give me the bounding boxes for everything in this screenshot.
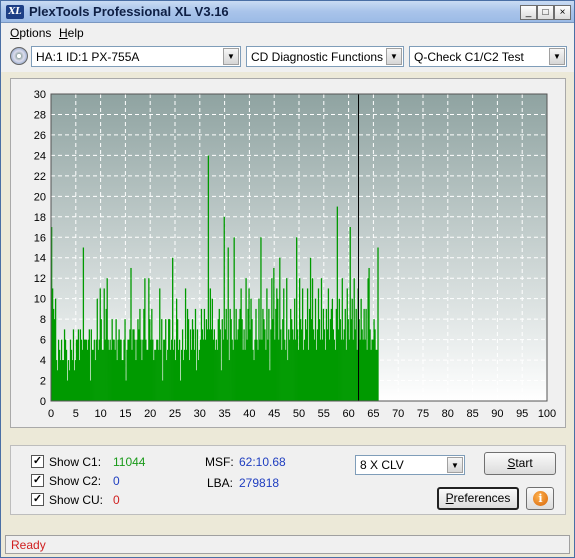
speed-select[interactable]: 8 X CLV ▼ (355, 455, 465, 475)
y-tick-label: 28 (34, 109, 46, 121)
minimize-button[interactable]: _ (520, 5, 537, 20)
menu-help[interactable]: Help (59, 26, 84, 40)
control-panel: ✓ Show C1: 11044 ✓ Show C2: 0 ✓ Show CU:… (10, 445, 566, 515)
show-cu-checkbox[interactable]: ✓ (31, 493, 44, 506)
x-tick-label: 45 (268, 408, 280, 420)
y-tick-label: 12 (34, 273, 46, 285)
test-select[interactable]: Q-Check C1/C2 Test ▼ (409, 46, 567, 67)
menu-options-label: ptions (19, 26, 52, 40)
status-bar: Ready (5, 535, 570, 554)
start-button[interactable]: Start (484, 452, 556, 475)
x-tick-label: 20 (144, 408, 156, 420)
menu-help-label: elp (67, 26, 84, 40)
msf-value: 62:10.68 (239, 455, 286, 469)
chevron-down-icon[interactable]: ▼ (386, 48, 402, 65)
drive-select-value: HA:1 ID:1 PX-755A (36, 50, 140, 64)
y-tick-label: 22 (34, 171, 46, 183)
maximize-button[interactable]: □ (537, 5, 554, 20)
x-tick-label: 25 (169, 408, 181, 420)
preferences-mnemonic: P (445, 491, 454, 505)
info-button[interactable]: i (526, 487, 554, 510)
function-select[interactable]: CD Diagnostic Functions ▼ (246, 46, 404, 67)
y-tick-label: 30 (34, 89, 46, 101)
y-tick-label: 4 (40, 355, 46, 367)
preferences-label: references (453, 491, 511, 505)
cu-count: 0 (113, 493, 120, 507)
x-tick-label: 50 (293, 408, 305, 420)
x-tick-label: 70 (392, 408, 404, 420)
menu-bar: Options Help (1, 23, 574, 42)
x-tick-label: 55 (318, 408, 330, 420)
window-title: PlexTools Professional XL V3.16 (29, 4, 229, 19)
x-tick-label: 60 (342, 408, 354, 420)
x-tick-label: 80 (442, 408, 454, 420)
y-tick-label: 16 (34, 232, 46, 244)
msf-label: MSF: (205, 455, 234, 469)
show-cu-label: Show CU: (49, 493, 104, 507)
menu-options[interactable]: Options (10, 26, 51, 40)
y-tick-label: 8 (40, 314, 46, 326)
test-select-value: Q-Check C1/C2 Test (414, 50, 524, 64)
close-button[interactable]: × (554, 5, 571, 20)
preferences-button[interactable]: Preferences (437, 487, 519, 510)
drive-select[interactable]: HA:1 ID:1 PX-755A ▼ (31, 46, 241, 67)
x-tick-label: 5 (73, 408, 79, 420)
chevron-down-icon[interactable]: ▼ (447, 457, 463, 473)
x-tick-label: 40 (243, 408, 255, 420)
chart-panel: 0 2 4 6 8 10 12 14 16 18 20 22 24 26 28 30 0 5 10 15 20 25 30 3… (10, 78, 566, 428)
y-tick-label: 0 (40, 396, 46, 408)
status-text: Ready (11, 538, 46, 552)
c2-count: 0 (113, 474, 120, 488)
show-c2-checkbox[interactable]: ✓ (31, 474, 44, 487)
speed-select-value: 8 X CLV (360, 458, 404, 472)
x-tick-label: 65 (367, 408, 379, 420)
info-icon: i (533, 491, 548, 506)
c1-bar (377, 247, 379, 401)
x-tick-label: 85 (466, 408, 478, 420)
chevron-down-icon[interactable]: ▼ (223, 48, 239, 65)
show-c1-label: Show C1: (49, 455, 102, 469)
app-window: XL PlexTools Professional XL V3.16 _ □ ×… (0, 0, 575, 558)
cd-drive-icon (10, 47, 28, 65)
x-tick-label: 0 (48, 408, 54, 420)
c1-count: 11044 (113, 455, 146, 469)
y-tick-label: 6 (40, 335, 46, 347)
plextools-logo-icon: XL (6, 5, 24, 19)
x-tick-label: 30 (194, 408, 206, 420)
menu-help-mnemonic: H (59, 26, 68, 40)
y-tick-label: 10 (34, 294, 46, 306)
lba-label: LBA: (207, 476, 234, 490)
show-c1-checkbox[interactable]: ✓ (31, 455, 44, 468)
chevron-down-icon[interactable]: ▼ (549, 48, 565, 65)
x-tick-label: 35 (218, 408, 230, 420)
function-select-value: CD Diagnostic Functions (251, 50, 384, 64)
y-tick-label: 20 (34, 191, 46, 203)
y-tick-label: 2 (40, 376, 46, 388)
lba-value: 279818 (239, 476, 280, 490)
c1-c2-chart: 0246810121416182022242628300 5 10 15 20 25 30 3… (34, 89, 556, 420)
title-bar[interactable]: XL PlexTools Professional XL V3.16 _ □ × (1, 1, 574, 23)
show-c2-label: Show C2: (49, 474, 102, 488)
y-tick-label: 24 (34, 150, 46, 162)
y-tick-label: 18 (34, 212, 46, 224)
start-label: tart (515, 456, 533, 470)
y-tick-label: 14 (34, 253, 46, 265)
toolbar: HA:1 ID:1 PX-755A ▼ CD Diagnostic Functi… (1, 42, 574, 72)
menu-options-mnemonic: O (10, 26, 20, 40)
x-tick-label: 100 (538, 408, 556, 420)
x-tick-label: 90 (491, 408, 503, 420)
x-tick-label: 10 (94, 408, 106, 420)
y-tick-label: 26 (34, 130, 46, 142)
x-tick-label: 15 (119, 408, 131, 420)
x-tick-label: 95 (516, 408, 528, 420)
x-tick-label: 75 (417, 408, 429, 420)
